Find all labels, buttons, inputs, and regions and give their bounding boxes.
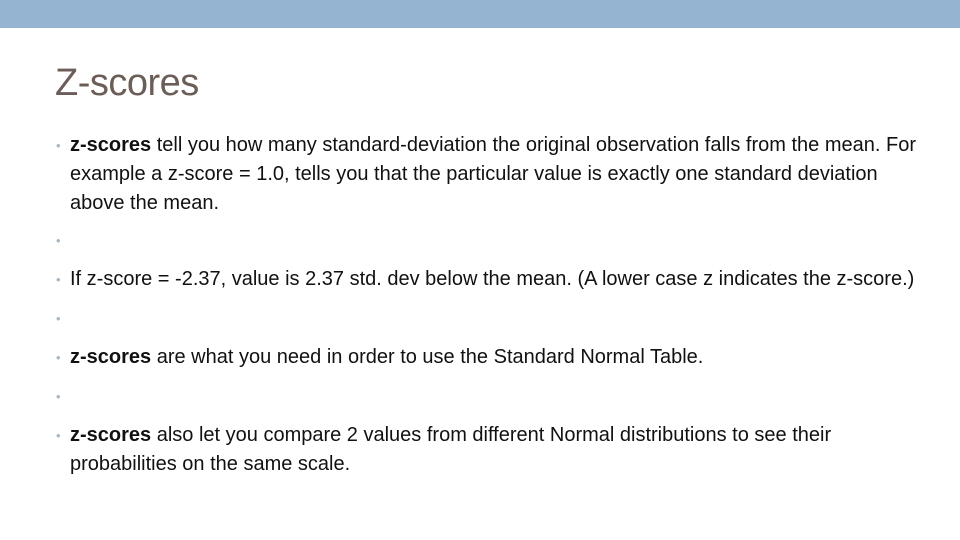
- bullet-text: are what you need in order to use the St…: [151, 346, 704, 368]
- header-bar: [0, 0, 960, 28]
- bullet-bold-term: z-scores: [70, 134, 152, 156]
- bullet-item: • If z-score = -2.37, value is 2.37 std.…: [56, 265, 936, 294]
- bullet-bold-term: z-scores: [70, 346, 152, 368]
- bullet-list: • z-scores tell you how many standard-de…: [56, 131, 936, 489]
- bullet-icon: •: [56, 272, 61, 287]
- bullet-icon: •: [56, 311, 61, 326]
- bullet-item: • z-scores are what you need in order to…: [56, 343, 936, 372]
- bullet-icon: •: [56, 138, 61, 153]
- bullet-icon: •: [56, 350, 61, 365]
- bullet-text: also let you compare 2 values from diffe…: [70, 424, 832, 475]
- bullet-icon: •: [56, 233, 61, 248]
- bullet-text: tell you how many standard-deviation the…: [70, 134, 916, 214]
- bullet-bold-term: z-scores: [70, 424, 152, 446]
- bullet-item: • z-scores also let you compare 2 values…: [56, 421, 936, 479]
- bullet-icon: •: [56, 428, 61, 443]
- bullet-item: •: [56, 382, 936, 411]
- bullet-text: If z-score = -2.37, value is 2.37 std. d…: [70, 268, 915, 290]
- bullet-icon: •: [56, 389, 61, 404]
- bullet-item: •: [56, 226, 936, 255]
- slide-title: Z-scores: [55, 62, 199, 104]
- bullet-item: •: [56, 304, 936, 333]
- bullet-item: • z-scores tell you how many standard-de…: [56, 131, 936, 218]
